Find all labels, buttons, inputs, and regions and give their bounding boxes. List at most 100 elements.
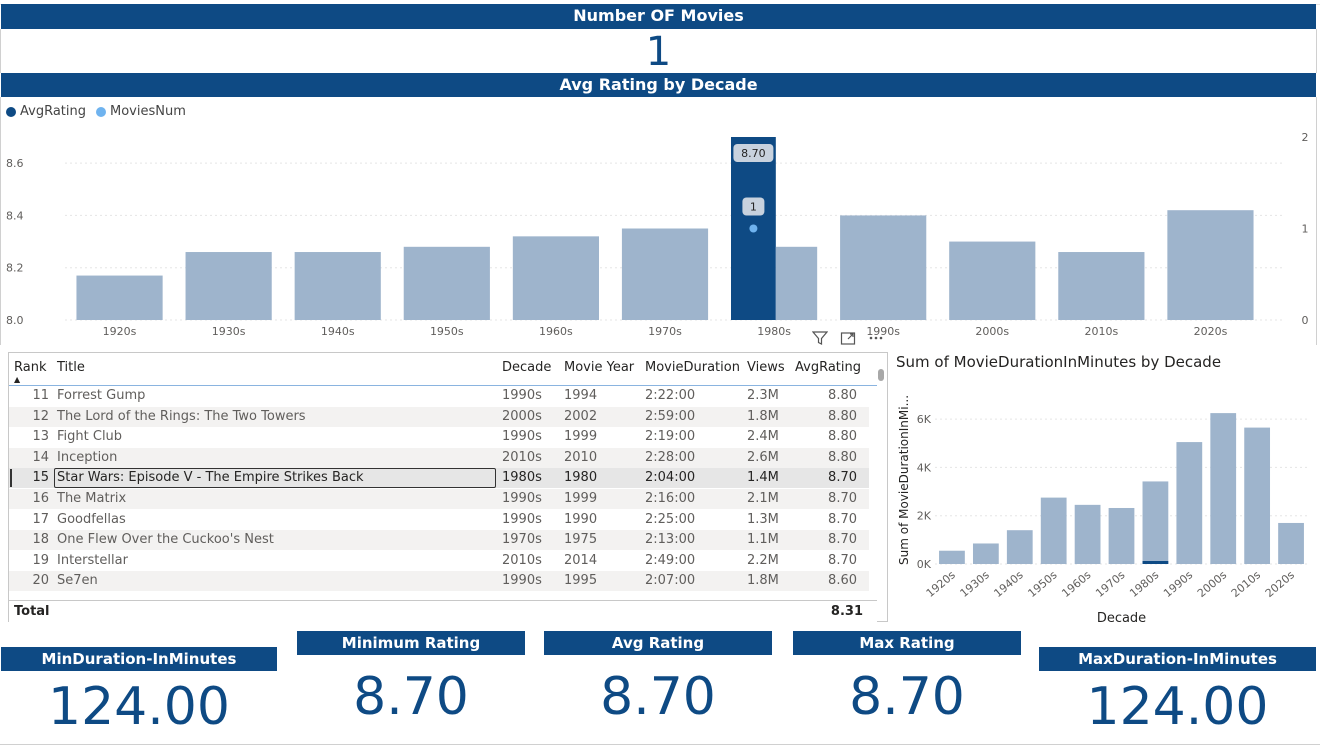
table-row[interactable]: 20 Se7en 1990s 1995 2:07:00 1.8M 8.60 xyxy=(9,571,869,592)
cell-movie-year: 1980 xyxy=(564,470,598,486)
cell-rank: 16 xyxy=(32,491,49,506)
data-label: 1 xyxy=(750,201,757,214)
cell-title: Goodfellas xyxy=(57,511,126,527)
x-tick-label: 1950s xyxy=(1025,568,1059,600)
cell-title: Fight Club xyxy=(57,429,123,445)
cell-rank: 14 xyxy=(32,449,49,465)
cell-views: 1.4M xyxy=(747,470,779,486)
table-row[interactable]: 14 Inception 2010s 2010 2:28:00 2.6M 8.80 xyxy=(9,447,869,468)
card-value: 8.70 xyxy=(849,667,965,727)
cell-movie-duration: 2:22:00 xyxy=(645,388,696,403)
bar xyxy=(1278,522,1304,564)
cell-avgrating: 8.60 xyxy=(828,573,857,589)
card-value: 8.70 xyxy=(600,667,716,727)
cell-decade: 1990s xyxy=(502,511,542,527)
card-max-rating: Max Rating 8.70 xyxy=(793,631,1021,727)
focus-mode-icon[interactable] xyxy=(840,330,856,350)
table-row[interactable]: 19 Interstellar 2010s 2014 2:49:00 2.2M 8.70 xyxy=(9,551,869,571)
x-tick-label: 1950s xyxy=(430,325,464,338)
x-tick-label: 1930s xyxy=(212,325,246,338)
total-value: 8.31 xyxy=(830,604,863,619)
card-value: 8.70 xyxy=(353,667,469,727)
cell-decade: 2010s xyxy=(502,449,542,465)
cell-rank: 12 xyxy=(32,408,49,424)
cell-movie-duration: 2:19:00 xyxy=(645,429,696,445)
column-header-title[interactable]: Title xyxy=(57,360,85,375)
cell-title: Star Wars: Episode V - The Empire Strike… xyxy=(57,470,364,486)
x-tick-label: 1980s xyxy=(757,325,791,338)
bar xyxy=(185,252,272,320)
bar xyxy=(972,543,999,564)
table-row[interactable]: 12 The Lord of the Rings: The Two Towers 2… xyxy=(9,406,869,427)
column-header-movie-duration[interactable]: MovieDuration xyxy=(645,360,740,375)
table-row[interactable]: 13 Fight Club 1990s 1999 2:19:00 2.4M 8.80 xyxy=(9,427,869,447)
column-header-avgrating[interactable]: AvgRating xyxy=(795,360,861,375)
bar xyxy=(1244,427,1271,564)
table-total-row: Total 8.31 xyxy=(9,600,877,623)
cell-decade: 1990s xyxy=(502,573,542,589)
table-row[interactable]: 18 One Flew Over the Cuckoo's Nest 1970s 19… xyxy=(9,530,869,551)
x-tick-label: 1920s xyxy=(103,325,137,338)
cell-movie-duration: 2:49:00 xyxy=(645,552,696,568)
cell-decade: 2010s xyxy=(502,552,542,568)
cell-decade: 1970s xyxy=(502,532,542,548)
table-row[interactable]: 16 The Matrix 1990s 1999 2:16:00 2.1M 8.70 xyxy=(9,489,869,509)
x-tick-label: 1970s xyxy=(1093,568,1127,600)
cell-decade: 2000s xyxy=(502,408,542,424)
cell-decade: 1990s xyxy=(502,491,542,506)
sort-ascending-icon: ▲ xyxy=(14,375,21,384)
more-options-icon[interactable] xyxy=(868,330,884,350)
cell-avgrating: 8.80 xyxy=(828,388,857,403)
cell-title: Se7en xyxy=(57,573,98,589)
x-tick-label: 2000s xyxy=(1195,568,1229,600)
card-title: MinDuration-InMinutes xyxy=(1,647,277,671)
card-title: Minimum Rating xyxy=(297,631,525,655)
column-header-rank[interactable]: Rank xyxy=(14,360,46,375)
column-header-views[interactable]: Views xyxy=(747,360,785,375)
bar xyxy=(840,215,927,320)
y-tick-label: 8.4 xyxy=(6,209,24,222)
card-min-rating: Minimum Rating 8.70 xyxy=(297,631,525,727)
filter-icon[interactable] xyxy=(811,330,829,350)
card-title: Avg Rating xyxy=(544,631,772,655)
bar xyxy=(1176,442,1203,564)
card-title: Max Rating xyxy=(793,631,1021,655)
y2-tick-label: 2 xyxy=(1302,131,1309,144)
cell-movie-year: 1995 xyxy=(564,573,598,589)
y-tick-label: 8.0 xyxy=(6,314,24,327)
table-row[interactable]: 17 Goodfellas 1990s 1990 2:25:00 1.3M 8.70 xyxy=(9,510,869,530)
column-header-movie-year[interactable]: Movie Year xyxy=(564,360,634,375)
duration-by-decade-chart[interactable]: Sum of MovieDurationInMinutes by Decade 0… xyxy=(890,345,1318,630)
bar xyxy=(1074,504,1101,564)
cell-views: 1.3M xyxy=(747,511,779,527)
cell-rank: 13 xyxy=(32,429,49,445)
bottom-divider xyxy=(0,744,1320,745)
y2-tick-label: 1 xyxy=(1302,223,1309,236)
bar xyxy=(76,275,163,320)
y-tick-label: 2K xyxy=(917,510,932,523)
cell-movie-year: 2014 xyxy=(564,552,598,568)
cell-rank: 17 xyxy=(32,511,49,527)
table-row[interactable]: 15 Star Wars: Episode V - The Empire Stri… xyxy=(9,468,869,489)
x-axis-label: Decade xyxy=(1097,611,1146,626)
scrollbar-thumb[interactable] xyxy=(878,369,884,381)
chart-title: Sum of MovieDurationInMinutes by Decade xyxy=(896,353,1221,371)
x-tick-label: 1980s xyxy=(1127,568,1161,600)
bar xyxy=(1108,507,1135,564)
bar xyxy=(1058,252,1145,320)
avg-rating-by-decade-chart[interactable]: 8.0 8.2 8.4 8.6 0 1 2 1920s 1930s 1940s 1950s 1960s… xyxy=(0,97,1317,345)
cell-avgrating: 8.70 xyxy=(828,511,857,527)
table-row[interactable]: 11 Forrest Gump 1990s 1994 2:22:00 2.3M 8.80 xyxy=(9,386,869,406)
selection-marker xyxy=(10,469,12,488)
bar xyxy=(949,241,1036,320)
column-header-decade[interactable]: Decade xyxy=(502,360,551,375)
cell-rank: 15 xyxy=(32,470,49,486)
cell-views: 1.1M xyxy=(747,532,779,548)
table-scrollbar[interactable] xyxy=(877,365,885,601)
card-value: 124.00 xyxy=(1086,677,1269,737)
cell-movie-year: 1994 xyxy=(564,388,598,403)
bar xyxy=(939,550,965,564)
y-tick-label: 0K xyxy=(917,558,932,571)
movies-table[interactable]: Rank ▲ Title Decade Movie Year MovieDura… xyxy=(8,352,888,623)
cell-avgrating: 8.80 xyxy=(828,429,857,445)
